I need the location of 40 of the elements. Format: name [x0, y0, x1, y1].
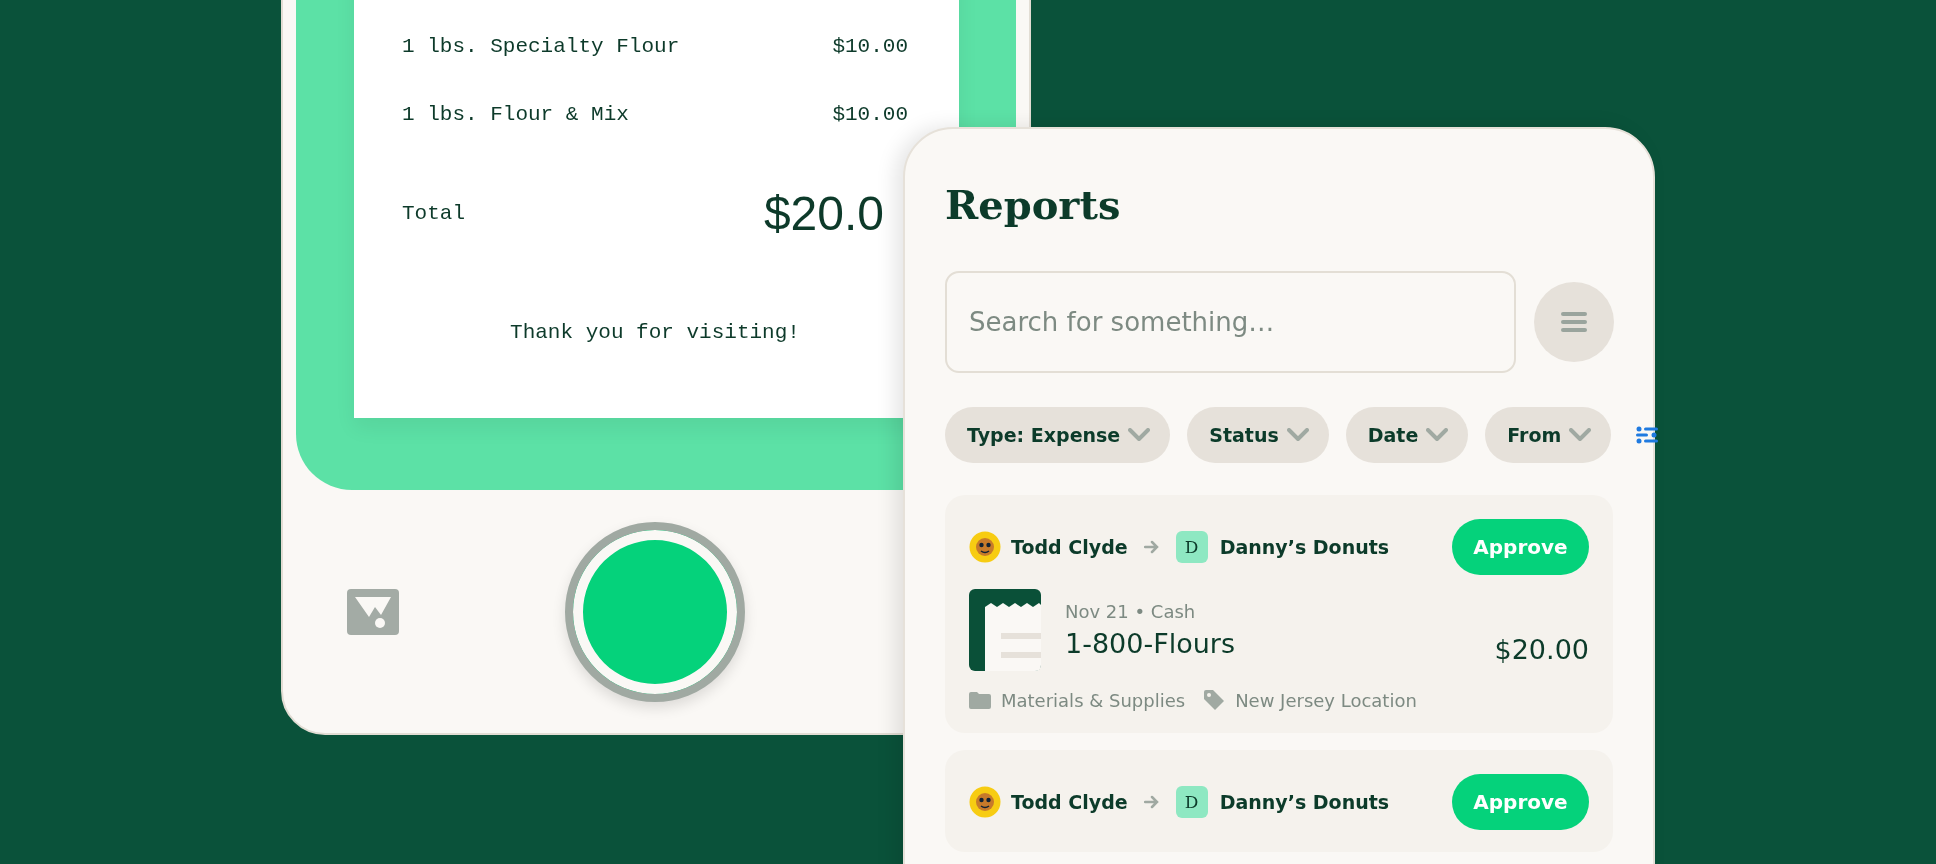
- chevron-icon: [1128, 428, 1151, 442]
- date-and-method: Nov 21 • Cash: [1065, 601, 1197, 622]
- filter-dropdown[interactable]: Type: Expense: [945, 407, 1171, 463]
- item-price: $10.00: [832, 102, 908, 126]
- chevron-icon: [1426, 428, 1449, 442]
- sender-name: Todd Clyde: [1011, 536, 1128, 558]
- merchant-initial: D: [1175, 786, 1208, 818]
- filter-dropdown[interactable]: From: [1485, 407, 1612, 463]
- panel-title: Reports: [945, 183, 1122, 227]
- avatar-icon: [969, 531, 1001, 563]
- arrow-icon: [1143, 540, 1160, 554]
- avatar-icon: [969, 786, 1001, 818]
- location-tag: New Jersey Location: [1235, 689, 1417, 711]
- arrow-icon: [1143, 795, 1160, 809]
- receipt-thumbnail-icon: [969, 589, 1041, 671]
- item-price: $10.00: [832, 34, 908, 58]
- merchant-name: Danny’s Donuts: [1219, 791, 1390, 813]
- filter-settings-icon[interactable]: [1636, 426, 1659, 444]
- gallery-icon[interactable]: [347, 588, 399, 635]
- merchant-initial: D: [1175, 531, 1208, 563]
- tag-icon: [1203, 689, 1226, 711]
- chevron-icon: [1286, 428, 1309, 442]
- category-label: Materials & Supplies: [1001, 689, 1186, 711]
- filter-dropdown[interactable]: Date: [1345, 407, 1469, 463]
- expense-card[interactable]: Todd Clyde D Danny’s Donuts Approve: [945, 750, 1613, 852]
- filter-dropdown[interactable]: Status: [1187, 407, 1329, 463]
- amount: $20.00: [1494, 634, 1589, 665]
- menu-icon: [1560, 311, 1588, 333]
- total-label: Total: [402, 202, 465, 225]
- merchant-label: 1-800-Flours: [1065, 628, 1236, 659]
- folder-icon: [969, 691, 991, 709]
- merchant-name: Danny’s Donuts: [1219, 536, 1390, 558]
- item-name: 1 lbs. Specialty Flour: [402, 34, 680, 58]
- expense-card[interactable]: Todd Clyde D Danny’s Donuts Approve Nov 21 • Cash 1-800-Flours $20.00 Materials & Supplies New Jersey Location: [945, 495, 1613, 733]
- sender-name: Todd Clyde: [1011, 791, 1128, 813]
- search-field[interactable]: Search for something…: [945, 271, 1516, 373]
- total-amount: $20.0: [763, 186, 884, 241]
- thank-you-message: Thank you for visiting!: [509, 321, 801, 344]
- item-name: 1 lbs. Flour & Mix: [402, 102, 629, 126]
- chevron-icon: [1569, 428, 1592, 442]
